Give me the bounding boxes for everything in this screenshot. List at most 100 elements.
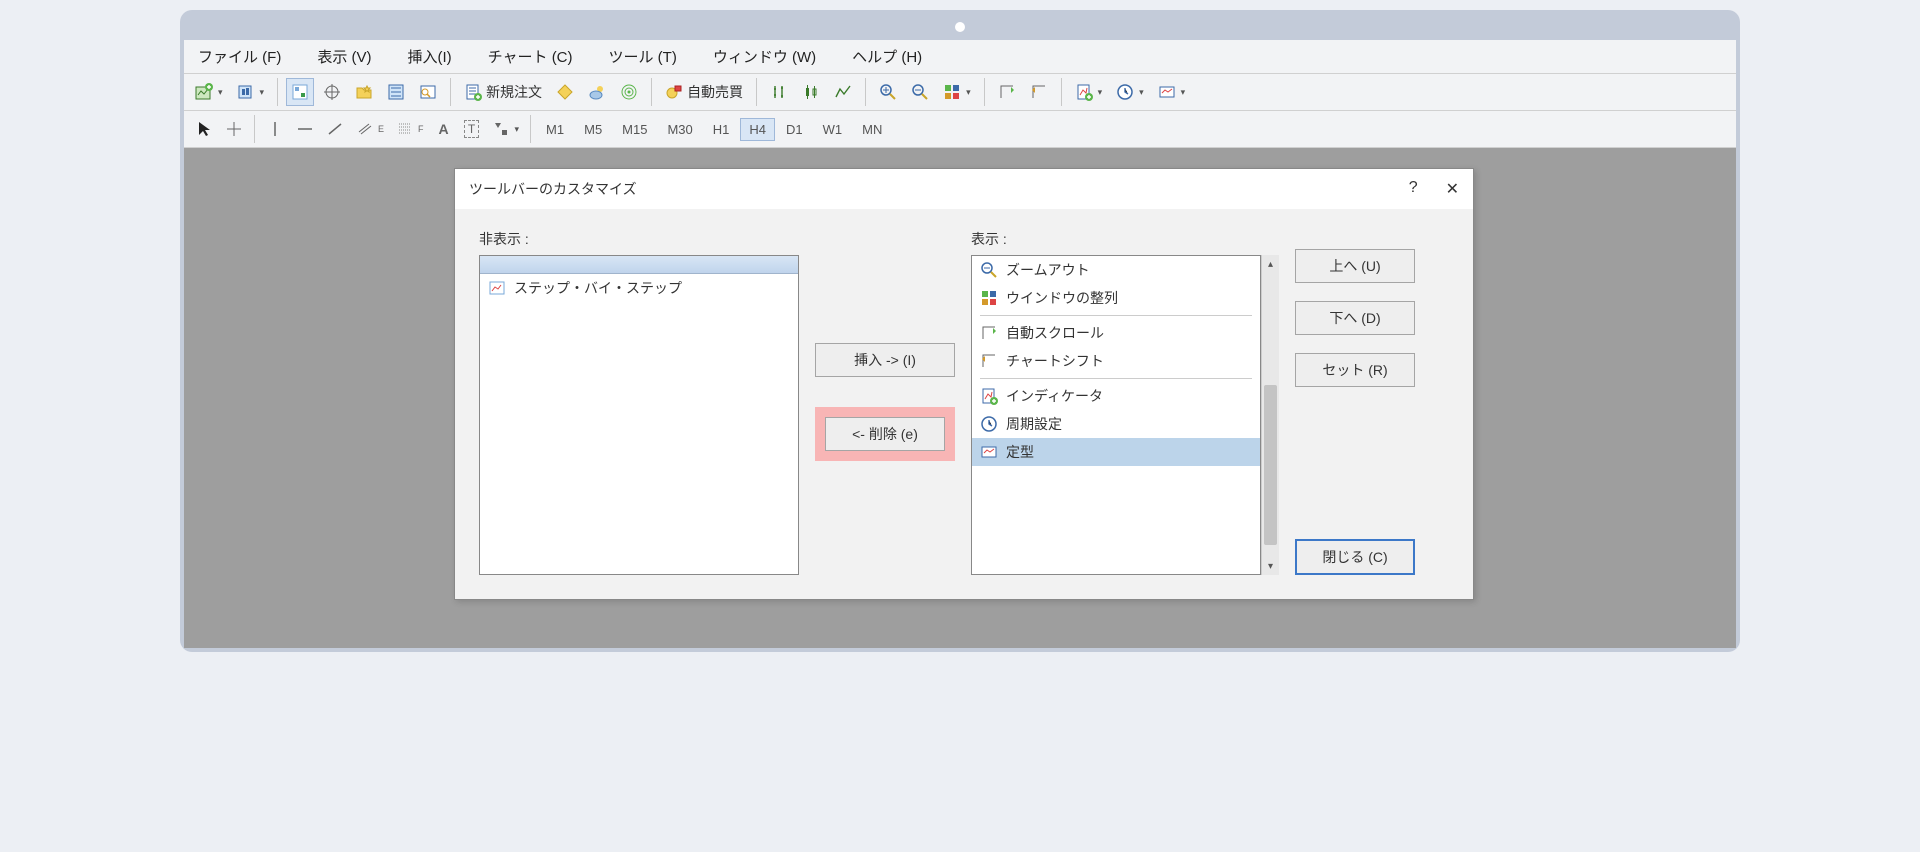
diamond-icon bbox=[556, 83, 574, 101]
terminal-button[interactable] bbox=[414, 78, 442, 106]
text-label-button[interactable]: A bbox=[431, 115, 457, 143]
shown-item-zoom-out[interactable]: ズームアウト bbox=[972, 256, 1260, 284]
new-chart-button[interactable]: ▾ bbox=[190, 78, 228, 106]
data-window-button[interactable] bbox=[350, 78, 378, 106]
dialog-close-button[interactable]: ✕ bbox=[1446, 179, 1459, 199]
menu-insert[interactable]: 挿入(I) bbox=[402, 44, 458, 69]
separator bbox=[530, 115, 531, 143]
insert-button[interactable]: 挿入 -> (I) bbox=[815, 343, 955, 377]
os-window-frame: ファイル (F) 表示 (V) 挿入(I) チャート (C) ツール (T) ウ… bbox=[180, 10, 1740, 652]
crosshair-icon bbox=[323, 83, 341, 101]
scroll-down-icon[interactable]: ▾ bbox=[1262, 557, 1279, 575]
transfer-buttons: 挿入 -> (I) <- 削除 (e) bbox=[815, 229, 955, 575]
chart-shift-icon bbox=[1030, 83, 1048, 101]
vertical-line-button[interactable] bbox=[261, 115, 289, 143]
vline-icon bbox=[266, 120, 284, 138]
hidden-item-step[interactable]: ステップ・バイ・ステップ bbox=[480, 274, 798, 302]
trendline-button[interactable] bbox=[321, 115, 349, 143]
menu-chart[interactable]: チャート (C) bbox=[482, 44, 579, 69]
remove-button[interactable]: <- 削除 (e) bbox=[825, 417, 945, 451]
period-h4[interactable]: H4 bbox=[740, 118, 775, 141]
move-up-button[interactable]: 上へ (U) bbox=[1295, 249, 1415, 283]
clock-icon bbox=[1116, 83, 1134, 101]
scroll-thumb[interactable] bbox=[1264, 385, 1277, 545]
template-icon bbox=[980, 443, 998, 461]
fibonacci-button[interactable]: F bbox=[391, 115, 429, 143]
periodicity-button[interactable]: ▾ bbox=[1111, 78, 1149, 106]
list-item-label: ウインドウの整列 bbox=[1006, 288, 1118, 308]
scroll-up-icon[interactable]: ▴ bbox=[1262, 255, 1279, 273]
options-button[interactable] bbox=[583, 78, 611, 106]
indicator-icon bbox=[980, 387, 998, 405]
auto-scroll-button[interactable] bbox=[993, 78, 1021, 106]
fibo-f-label: F bbox=[418, 124, 424, 134]
chart-shift-button[interactable] bbox=[1025, 78, 1053, 106]
list-item-label: 定型 bbox=[1006, 442, 1034, 462]
dropdown-caret-icon: ▾ bbox=[966, 87, 971, 98]
set-button[interactable]: セット (R) bbox=[1295, 353, 1415, 387]
period-m5[interactable]: M5 bbox=[575, 118, 611, 141]
customize-toolbar-dialog: ツールバーのカスタマイズ ? ✕ 非表示 : ステ bbox=[454, 168, 1474, 600]
dialog-help-button[interactable]: ? bbox=[1409, 179, 1418, 199]
cursor-button[interactable] bbox=[190, 115, 218, 143]
main-toolbar: ▾ ▾ 新規注文 bbox=[184, 74, 1736, 111]
navigator-button[interactable] bbox=[382, 78, 410, 106]
line-chart-button[interactable] bbox=[829, 78, 857, 106]
templates-button[interactable]: ▾ bbox=[1153, 78, 1191, 106]
separator bbox=[277, 78, 278, 106]
shown-listbox[interactable]: ズームアウト ウインドウの整列 自動スクロール bbox=[971, 255, 1261, 575]
radar-icon bbox=[620, 83, 638, 101]
shown-item-indicator[interactable]: インディケータ bbox=[972, 382, 1260, 410]
menu-help[interactable]: ヘルプ (H) bbox=[846, 44, 928, 69]
chart-shift-icon bbox=[980, 352, 998, 370]
arrows-button[interactable]: ▾ bbox=[487, 115, 525, 143]
auto-scroll-icon bbox=[998, 83, 1016, 101]
text-box-button[interactable]: T bbox=[459, 115, 485, 143]
hidden-label: 非表示 : bbox=[479, 229, 799, 249]
order-icon bbox=[464, 83, 482, 101]
bar-chart-button[interactable] bbox=[765, 78, 793, 106]
horizontal-line-button[interactable] bbox=[291, 115, 319, 143]
step-icon bbox=[488, 279, 506, 297]
menu-window[interactable]: ウィンドウ (W) bbox=[707, 44, 822, 69]
shown-item-template[interactable]: 定型 bbox=[972, 438, 1260, 466]
move-down-button[interactable]: 下へ (D) bbox=[1295, 301, 1415, 335]
candle-chart-button[interactable] bbox=[797, 78, 825, 106]
period-m30[interactable]: M30 bbox=[658, 118, 701, 141]
crosshair-tool-button[interactable] bbox=[220, 115, 248, 143]
menu-view[interactable]: 表示 (V) bbox=[311, 44, 377, 69]
market-watch-button[interactable] bbox=[286, 78, 314, 106]
close-button[interactable]: 閉じる (C) bbox=[1295, 539, 1415, 575]
shown-column: 表示 : ズームアウト ウインドウの整列 bbox=[971, 229, 1279, 575]
equidistant-channel-button[interactable]: E bbox=[351, 115, 389, 143]
new-order-button[interactable]: 新規注文 bbox=[459, 78, 547, 106]
shown-item-chart-shift[interactable]: チャートシフト bbox=[972, 347, 1260, 375]
clock-icon bbox=[980, 415, 998, 433]
list-item-label: 自動スクロール bbox=[1006, 323, 1104, 343]
shown-item-arrange[interactable]: ウインドウの整列 bbox=[972, 284, 1260, 312]
zoom-in-button[interactable] bbox=[874, 78, 902, 106]
menu-tool[interactable]: ツール (T) bbox=[603, 44, 683, 69]
profiles-button[interactable]: ▾ bbox=[232, 78, 270, 106]
period-d1[interactable]: D1 bbox=[777, 118, 812, 141]
metaeditor-button[interactable] bbox=[551, 78, 579, 106]
period-m1[interactable]: M1 bbox=[537, 118, 573, 141]
indicators-button[interactable]: ▾ bbox=[1070, 78, 1108, 106]
scrollbar[interactable]: ▴ ▾ bbox=[1261, 255, 1279, 575]
period-h1[interactable]: H1 bbox=[704, 118, 739, 141]
tile-windows-button[interactable]: ▾ bbox=[938, 78, 976, 106]
separator bbox=[254, 115, 255, 143]
signals-button[interactable] bbox=[615, 78, 643, 106]
shown-item-period-set[interactable]: 周期設定 bbox=[972, 410, 1260, 438]
shown-item-auto-scroll[interactable]: 自動スクロール bbox=[972, 319, 1260, 347]
menu-file[interactable]: ファイル (F) bbox=[192, 44, 287, 69]
fibo-icon bbox=[396, 120, 414, 138]
zoom-out-button[interactable] bbox=[906, 78, 934, 106]
period-mn[interactable]: MN bbox=[853, 118, 891, 141]
hidden-listbox[interactable]: ステップ・バイ・ステップ bbox=[479, 255, 799, 575]
crosshair-button[interactable] bbox=[318, 78, 346, 106]
separator bbox=[651, 78, 652, 106]
auto-trading-button[interactable]: 自動売買 bbox=[660, 78, 748, 106]
period-m15[interactable]: M15 bbox=[613, 118, 656, 141]
period-w1[interactable]: W1 bbox=[814, 118, 852, 141]
